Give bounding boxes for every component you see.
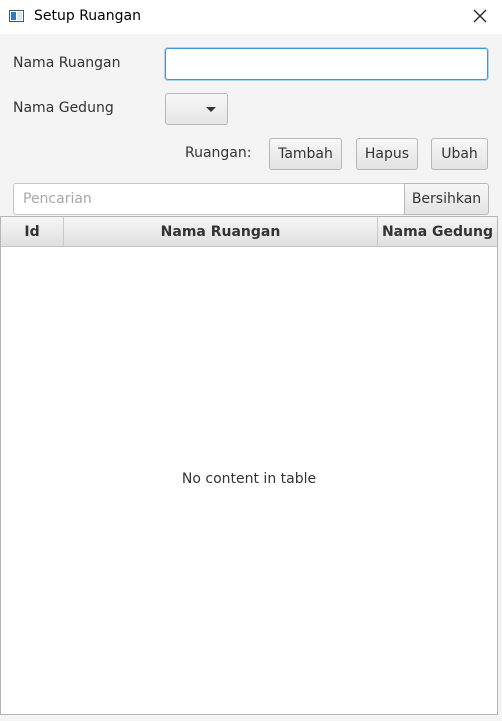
tambah-button[interactable]: Tambah [269,138,342,170]
nama-ruangan-label: Nama Ruangan [13,55,121,71]
close-icon[interactable] [472,8,488,24]
column-header-nama-ruangan[interactable]: Nama Ruangan [64,217,378,246]
hapus-button[interactable]: Hapus [356,138,418,170]
search-input[interactable] [13,183,405,215]
column-header-nama-gedung[interactable]: Nama Gedung [378,217,497,246]
chevron-down-icon [206,107,216,112]
clear-search-button[interactable]: Bersihkan [404,183,489,215]
nama-gedung-dropdown[interactable] [165,93,228,125]
nama-ruangan-input[interactable] [165,48,488,80]
ruangan-actions-label: Ruangan: [185,145,252,161]
window-title: Setup Ruangan [34,8,141,24]
window-bottom-edge [0,715,502,721]
title-bar: Setup Ruangan [0,0,502,34]
nama-gedung-label: Nama Gedung [13,100,114,116]
table-header: Id Nama Ruangan Nama Gedung [1,217,497,247]
ubah-button[interactable]: Ubah [431,138,488,170]
app-window-icon [9,10,24,22]
column-header-id[interactable]: Id [1,217,64,246]
rooms-table[interactable]: Id Nama Ruangan Nama Gedung No content i… [0,216,498,715]
table-empty-message: No content in table [181,471,317,487]
